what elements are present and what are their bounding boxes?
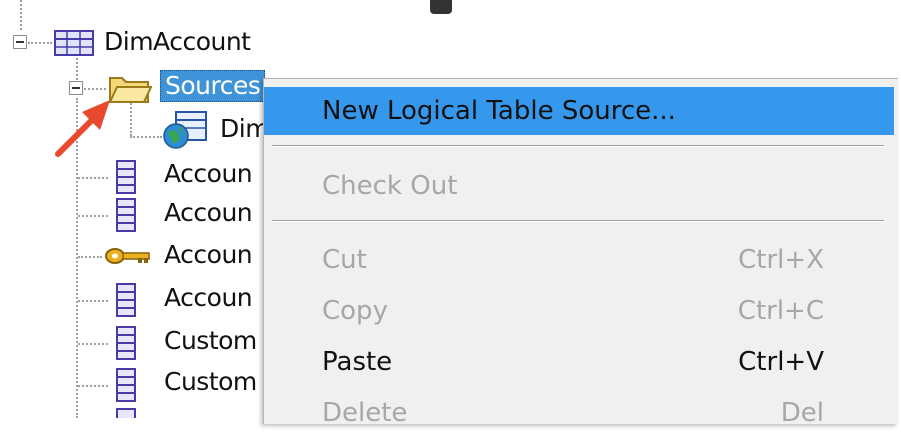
tree-guide-line bbox=[78, 385, 108, 387]
menu-item-new-logical-table-source[interactable]: New Logical Table Source... bbox=[264, 87, 894, 135]
column-icon bbox=[116, 368, 136, 402]
tree-guide-line bbox=[76, 58, 78, 80]
menu-item-delete[interactable]: Delete Del bbox=[264, 389, 894, 437]
menu-item-shortcut: Del bbox=[780, 398, 824, 428]
tree-item-dimaccount[interactable]: DimAccount bbox=[104, 27, 251, 57]
tree-guide-line bbox=[84, 88, 106, 90]
menu-item-shortcut: Ctrl+V bbox=[738, 347, 824, 377]
cut-off-top-icon bbox=[430, 0, 452, 14]
context-menu: New Logical Table Source... Check Out Cu… bbox=[263, 78, 898, 428]
tree-item-column[interactable]: Custom bbox=[164, 367, 257, 397]
tree-item-column[interactable]: Custom bbox=[164, 326, 257, 356]
tree-item-column[interactable]: Accoun bbox=[164, 283, 253, 313]
tree-guide-line bbox=[28, 42, 52, 44]
tree-guide-line bbox=[130, 100, 132, 136]
menu-item-label: Paste bbox=[322, 347, 393, 377]
menu-item-label: New Logical Table Source... bbox=[322, 96, 676, 126]
key-icon bbox=[105, 248, 150, 264]
column-icon bbox=[116, 198, 136, 232]
tree-item-column[interactable]: Accoun bbox=[164, 198, 253, 228]
annotation-arrow bbox=[55, 100, 110, 157]
tree-item-column[interactable]: Accoun bbox=[164, 159, 253, 189]
globe-table-icon bbox=[163, 111, 207, 149]
tree-guide-line bbox=[78, 343, 108, 345]
menu-item-paste[interactable]: Paste Ctrl+V bbox=[264, 338, 894, 386]
menu-item-label: Cut bbox=[322, 245, 367, 275]
menu-item-check-out[interactable]: Check Out bbox=[264, 162, 894, 210]
tree-item-logical-table-source[interactable]: Dim bbox=[220, 114, 270, 144]
table-icon bbox=[54, 30, 94, 56]
column-icon bbox=[116, 160, 136, 194]
tree-item-sources[interactable]: Sources bbox=[160, 70, 266, 102]
tree-guide-line bbox=[130, 136, 162, 138]
menu-item-label: Delete bbox=[322, 398, 408, 428]
collapse-toggle[interactable] bbox=[69, 81, 83, 95]
column-icon bbox=[116, 326, 136, 360]
collapse-toggle[interactable] bbox=[13, 35, 27, 49]
menu-separator bbox=[272, 220, 884, 222]
menu-separator bbox=[272, 145, 884, 147]
column-icon bbox=[116, 283, 136, 317]
menu-item-shortcut: Ctrl+C bbox=[737, 296, 824, 326]
tree-guide-line bbox=[20, 0, 22, 30]
menu-item-shortcut: Ctrl+X bbox=[738, 245, 824, 275]
tree-guide-line bbox=[78, 177, 108, 179]
tree-item-key-column[interactable]: Accoun bbox=[164, 240, 253, 270]
column-icon bbox=[116, 408, 136, 418]
tree-guide-line bbox=[78, 215, 108, 217]
tree-guide-line bbox=[78, 256, 102, 258]
menu-item-label: Check Out bbox=[322, 171, 458, 201]
menu-item-cut[interactable]: Cut Ctrl+X bbox=[264, 236, 894, 284]
menu-item-label: Copy bbox=[322, 296, 388, 326]
menu-item-copy[interactable]: Copy Ctrl+C bbox=[264, 287, 894, 335]
tree-guide-line bbox=[78, 300, 108, 302]
